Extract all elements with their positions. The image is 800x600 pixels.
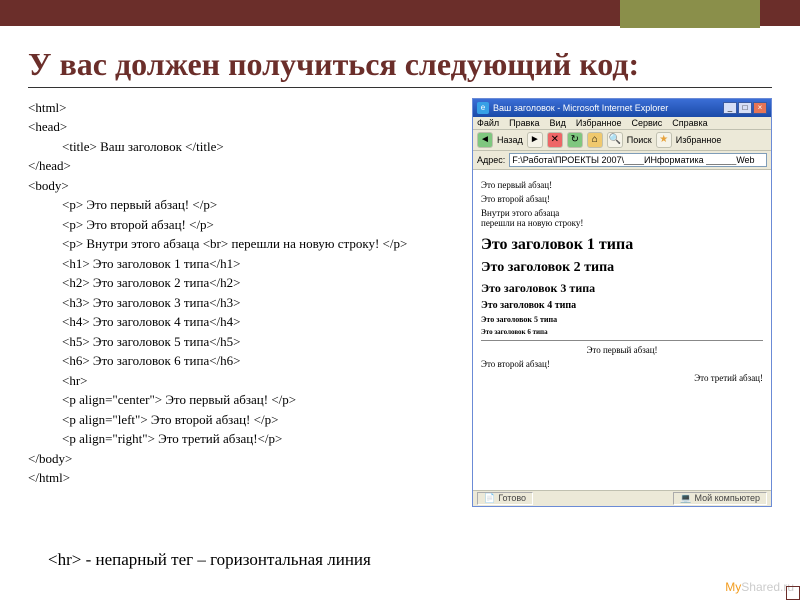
code-line: <h6> Это заголовок 6 типа</h6> bbox=[28, 351, 458, 371]
browser-viewport: Это первый абзац! Это второй абзац! Внут… bbox=[473, 170, 771, 490]
code-line: <p> Внутри этого абзаца <br> перешли на … bbox=[28, 234, 458, 254]
browser-window-title: Ваш заголовок - Microsoft Internet Explo… bbox=[493, 103, 668, 113]
code-line: </html> bbox=[28, 468, 458, 488]
code-line: <p align="left"> Это второй абзац! </p> bbox=[28, 410, 458, 430]
menu-item[interactable]: Правка bbox=[509, 118, 539, 128]
browser-window: e Ваш заголовок - Microsoft Internet Exp… bbox=[472, 98, 772, 507]
back-button[interactable]: ◄ bbox=[477, 132, 493, 148]
search-label: Поиск bbox=[627, 135, 652, 145]
status-done: 📄 Готово bbox=[477, 492, 533, 505]
menu-item[interactable]: Файл bbox=[477, 118, 499, 128]
status-zone: 💻 Мой компьютер bbox=[673, 492, 767, 505]
browser-statusbar: 📄 Готово 💻 Мой компьютер bbox=[473, 490, 771, 506]
rendered-h3: Это заголовок 3 типа bbox=[481, 281, 763, 296]
decorative-top-accent bbox=[620, 0, 760, 28]
done-icon: 📄 bbox=[484, 493, 495, 504]
forward-button[interactable]: ► bbox=[527, 132, 543, 148]
code-line: <h2> Это заголовок 2 типа</h2> bbox=[28, 273, 458, 293]
computer-icon: 💻 bbox=[680, 493, 691, 504]
address-label: Адрес: bbox=[477, 155, 505, 165]
browser-menubar: Файл Правка Вид Избранное Сервис Справка bbox=[473, 117, 771, 130]
code-line: <head> bbox=[28, 117, 458, 137]
address-input[interactable] bbox=[509, 153, 767, 167]
ie-icon: e bbox=[477, 102, 489, 114]
code-line: <h1> Это заголовок 1 типа</h1> bbox=[28, 254, 458, 274]
watermark: MyShared.ru bbox=[725, 580, 794, 594]
home-button[interactable]: ⌂ bbox=[587, 132, 603, 148]
search-button[interactable]: 🔍 bbox=[607, 132, 623, 148]
rendered-h4: Это заголовок 4 типа bbox=[481, 300, 763, 311]
favorites-label: Избранное bbox=[676, 135, 722, 145]
rendered-hr bbox=[481, 340, 763, 341]
browser-titlebar: e Ваш заголовок - Microsoft Internet Exp… bbox=[473, 99, 771, 117]
code-line: <p align="right"> Это третий абзац!</p> bbox=[28, 429, 458, 449]
code-line: <body> bbox=[28, 176, 458, 196]
code-line: <title> Ваш заголовок </title> bbox=[28, 137, 458, 157]
refresh-button[interactable]: ↻ bbox=[567, 132, 583, 148]
code-line: <hr> bbox=[28, 371, 458, 391]
close-button[interactable]: × bbox=[753, 102, 767, 114]
rendered-h6: Это заголовок 6 типа bbox=[481, 328, 763, 336]
code-listing: <html><head><title> Ваш заголовок </titl… bbox=[28, 98, 458, 507]
rendered-h2: Это заголовок 2 типа bbox=[481, 260, 763, 276]
menu-item[interactable]: Вид bbox=[550, 118, 566, 128]
code-line: </head> bbox=[28, 156, 458, 176]
rendered-p2: Это второй абзац! bbox=[481, 194, 763, 204]
code-line: <p align="center"> Это первый абзац! </p… bbox=[28, 390, 458, 410]
code-line: <h4> Это заголовок 4 типа</h4> bbox=[28, 312, 458, 332]
minimize-button[interactable]: _ bbox=[723, 102, 737, 114]
code-line: <h3> Это заголовок 3 типа</h3> bbox=[28, 293, 458, 313]
code-line: <h5> Это заголовок 5 типа</h5> bbox=[28, 332, 458, 352]
menu-item[interactable]: Избранное bbox=[576, 118, 622, 128]
rendered-p1: Это первый абзац! bbox=[481, 180, 763, 190]
rendered-h1: Это заголовок 1 типа bbox=[481, 236, 763, 254]
corner-decoration bbox=[786, 586, 800, 600]
code-line: <html> bbox=[28, 98, 458, 118]
stop-button[interactable]: ✕ bbox=[547, 132, 563, 148]
address-bar: Адрес: bbox=[473, 151, 771, 170]
footer-note: <hr> - непарный тег – горизонтальная лин… bbox=[48, 550, 371, 570]
code-line: </body> bbox=[28, 449, 458, 469]
code-line: <p> Это второй абзац! </p> bbox=[28, 215, 458, 235]
rendered-p-center: Это первый абзац! bbox=[481, 345, 763, 355]
back-label: Назад bbox=[497, 135, 523, 145]
title-underline bbox=[28, 87, 772, 88]
rendered-p3: Внутри этого абзаца перешли на новую стр… bbox=[481, 208, 763, 228]
browser-toolbar: ◄ Назад ► ✕ ↻ ⌂ 🔍 Поиск ★ Избранное bbox=[473, 130, 771, 151]
menu-item[interactable]: Сервис bbox=[631, 118, 662, 128]
code-line: <p> Это первый абзац! </p> bbox=[28, 195, 458, 215]
rendered-p-right: Это третий абзац! bbox=[481, 373, 763, 383]
favorites-button[interactable]: ★ bbox=[656, 132, 672, 148]
maximize-button[interactable]: □ bbox=[738, 102, 752, 114]
rendered-h5: Это заголовок 5 типа bbox=[481, 315, 763, 324]
rendered-p-left: Это второй абзац! bbox=[481, 359, 763, 369]
menu-item[interactable]: Справка bbox=[672, 118, 707, 128]
slide-title: У вас должен получиться следующий код: bbox=[28, 46, 772, 83]
